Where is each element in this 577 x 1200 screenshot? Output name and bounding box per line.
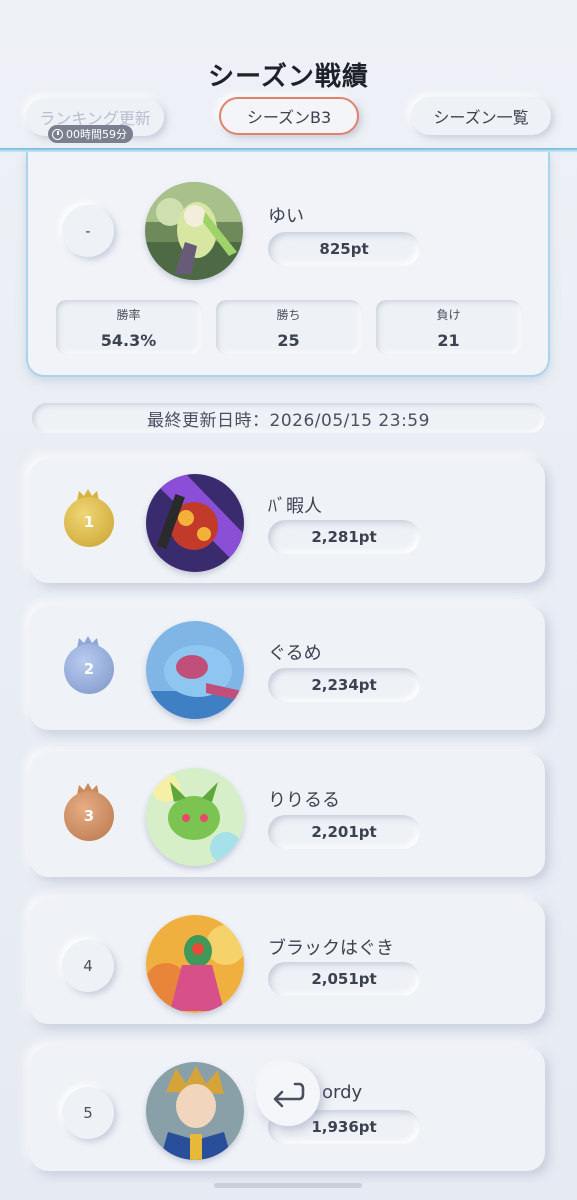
back-button[interactable] — [256, 1062, 320, 1126]
avatar-image — [146, 915, 244, 1013]
player-points: 2,051pt — [268, 962, 420, 996]
rank-medal-bronze: 3 — [64, 791, 114, 841]
clock-icon — [52, 128, 63, 140]
player-name: りりるる — [268, 790, 340, 811]
rank-medal-silver: 2 — [64, 644, 114, 694]
player-avatar[interactable] — [146, 915, 244, 1013]
player-points: 2,201pt — [268, 815, 420, 849]
last-updated-label: 最終更新日時：2026/05/15 23:59 — [32, 403, 545, 433]
player-avatar[interactable] — [146, 768, 244, 866]
player-name: ordy — [322, 1082, 363, 1103]
stat-value: 54.3% — [100, 331, 157, 350]
player-points: 2,234pt — [268, 668, 420, 702]
my-avatar-image — [145, 182, 243, 280]
my-points: 825pt — [268, 232, 420, 266]
avatar-image — [146, 768, 244, 866]
win-rate-box: 勝率 54.3% — [56, 300, 201, 354]
timer-text: 00時間59分 — [66, 128, 127, 141]
stat-label: 負け — [436, 308, 461, 322]
player-points: 2,281pt — [268, 520, 420, 554]
stat-value: 21 — [437, 331, 460, 350]
current-season-tab[interactable]: シーズンB3 — [219, 97, 359, 135]
page-title: シーズン戦績 — [208, 62, 369, 92]
avatar-image — [146, 474, 244, 572]
my-avatar[interactable] — [145, 182, 243, 280]
stat-label: 勝率 — [116, 308, 141, 322]
losses-box: 負け 21 — [376, 300, 521, 354]
my-rank-indicator: - — [62, 205, 114, 257]
stat-label: 勝ち — [276, 308, 301, 322]
player-name: ブラックはぐき — [268, 938, 394, 959]
season-list-button[interactable]: シーズン一覧 — [411, 97, 551, 135]
stat-value: 25 — [277, 331, 300, 350]
player-avatar[interactable] — [146, 621, 244, 719]
player-name: ぐるめ — [268, 643, 322, 664]
rank-indicator: 5 — [62, 1087, 114, 1139]
player-name: ﾊﾞ暇人 — [268, 496, 322, 517]
rank-medal-gold: 1 — [64, 497, 114, 547]
avatar-image — [146, 1062, 244, 1160]
player-avatar[interactable] — [146, 1062, 244, 1160]
home-indicator — [214, 1183, 362, 1188]
rank-indicator: 4 — [62, 940, 114, 992]
update-timer-badge: 00時間59分 — [48, 125, 133, 143]
player-avatar[interactable] — [146, 474, 244, 572]
wins-box: 勝ち 25 — [216, 300, 361, 354]
my-player-name: ゆい — [268, 206, 304, 227]
avatar-image — [146, 621, 244, 719]
return-arrow-icon — [273, 1082, 305, 1108]
